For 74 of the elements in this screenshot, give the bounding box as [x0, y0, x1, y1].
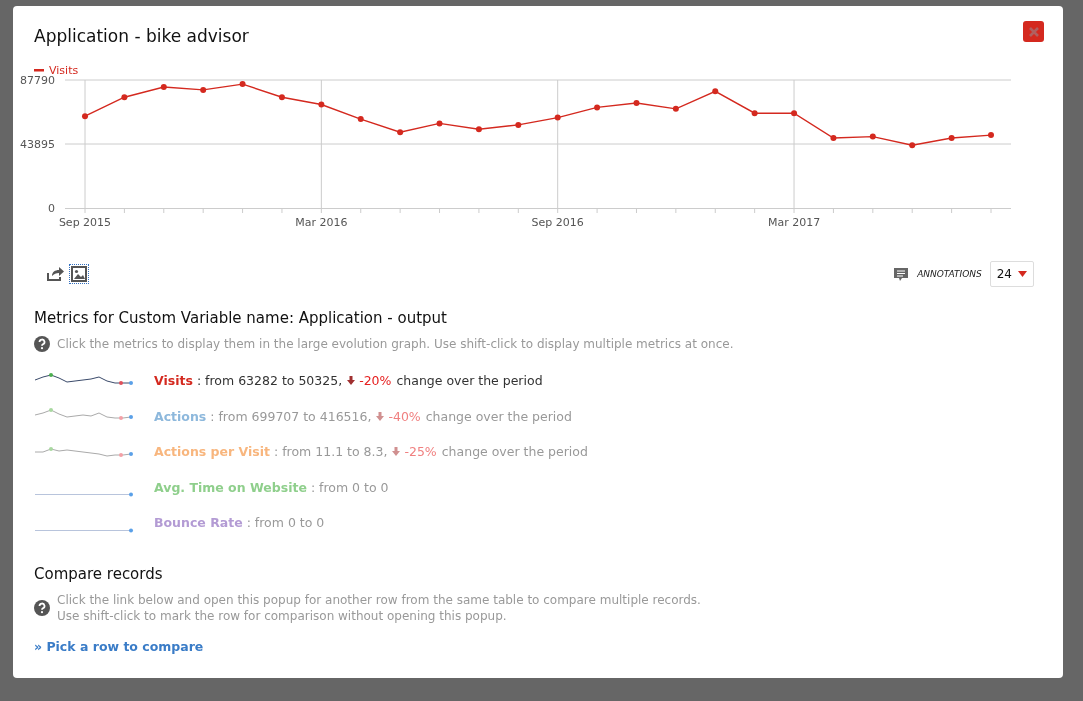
- data-point: [712, 88, 719, 95]
- y-axis-label: 87790: [20, 74, 55, 87]
- section-heading: Metrics for Custom Variable name: Application - output: [34, 309, 448, 327]
- data-point: [515, 121, 522, 128]
- help-icon: [34, 336, 50, 352]
- data-point: [278, 94, 285, 101]
- metric-row[interactable]: Bounce Rate : from 0 to 0: [34, 505, 1042, 541]
- help-icon: [34, 599, 50, 616]
- compare-link[interactable]: » Pick a row to compare: [34, 638, 204, 654]
- share-icon[interactable]: [46, 266, 64, 282]
- data-point: [475, 126, 482, 133]
- image-export-button[interactable]: [69, 264, 89, 284]
- x-axis-label: Mar 2016: [295, 216, 348, 229]
- x-axis-label: Mar 2017: [767, 216, 821, 229]
- metric-row[interactable]: Actions per Visit : from 11.1 to 8.3, -25% change over the period: [34, 434, 1042, 470]
- annotations-label[interactable]: ANNOTATIONS: [917, 269, 982, 279]
- close-icon: [1028, 26, 1039, 37]
- help-text: Click the link below and open this popup for another row from the same table to compare multiple records.: [57, 591, 701, 608]
- metric-range: : from 0 to 0: [310, 479, 389, 495]
- down-arrow-icon: [392, 447, 401, 457]
- down-arrow-icon: [376, 411, 385, 421]
- data-point: [200, 86, 207, 93]
- metric-name: Avg. Time on Website: [154, 479, 307, 495]
- x-axis-label: Sep 2015: [58, 216, 112, 229]
- data-point: [633, 100, 640, 106]
- data-point: [869, 133, 876, 140]
- data-point: [830, 135, 837, 141]
- metric-range: : from 0 to 0: [246, 515, 325, 531]
- metric-name: Visits: [154, 373, 193, 389]
- metric-row[interactable]: Visits : from 63282 to 50325, -20% change over the period: [34, 363, 1042, 399]
- caret-icon: [1018, 271, 1027, 277]
- section-heading: Compare records: [34, 564, 164, 583]
- legend-label: Visits: [49, 64, 79, 77]
- data-point: [239, 81, 246, 88]
- metric-range: : from 11.1 to 8.3,: [274, 444, 388, 460]
- change-percent: -20%: [359, 373, 392, 389]
- data-point: [791, 110, 798, 117]
- metric-name: Actions per Visit: [154, 444, 270, 460]
- metric-caption: change over the period: [425, 408, 572, 424]
- change-percent: -40%: [388, 408, 421, 424]
- help-text: Use shift-click to mark the row for comparison without opening this popup.: [57, 607, 508, 624]
- legend-item[interactable]: Visits: [34, 64, 79, 77]
- data-point: [909, 142, 916, 149]
- change-percent: -25%: [404, 444, 437, 460]
- x-axis-label: Sep 2016: [531, 216, 584, 229]
- data-point: [121, 94, 128, 101]
- metric-name: Bounce Rate: [154, 515, 243, 531]
- metric-caption: change over the period: [441, 444, 588, 460]
- data-point: [357, 116, 364, 123]
- metric-range: : from 699707 to 416516,: [210, 408, 372, 424]
- dialog-title: Application - bike advisor: [34, 26, 249, 46]
- help-text: Click the metrics to display them in the large evolution graph. Use shift-click to display multiple metrics at once.: [57, 337, 734, 351]
- data-point: [672, 105, 679, 112]
- down-arrow-icon: [347, 376, 356, 386]
- metric-range: : from 63282 to 50325,: [196, 373, 343, 389]
- data-point: [160, 84, 167, 90]
- metric-caption: change over the period: [396, 373, 543, 389]
- data-point: [397, 129, 404, 136]
- data-point: [948, 135, 955, 141]
- metric-name: Actions: [154, 408, 207, 424]
- data-point: [554, 114, 561, 121]
- metric-row[interactable]: Actions : from 699707 to 416516, -40% change over the period: [34, 398, 1042, 434]
- data-point: [82, 113, 88, 120]
- y-axis-label: 43895: [20, 138, 55, 151]
- data-point: [988, 132, 994, 139]
- data-point: [751, 110, 758, 117]
- comment-icon: [893, 266, 910, 282]
- data-point: [318, 101, 325, 108]
- y-axis-label: 0: [48, 202, 55, 215]
- metric-row[interactable]: Avg. Time on Website : from 0 to 0: [34, 469, 1042, 505]
- data-point: [436, 120, 443, 127]
- image-icon: [71, 266, 87, 282]
- period-count-dropdown[interactable]: 24: [989, 261, 1034, 287]
- data-point: [594, 104, 601, 111]
